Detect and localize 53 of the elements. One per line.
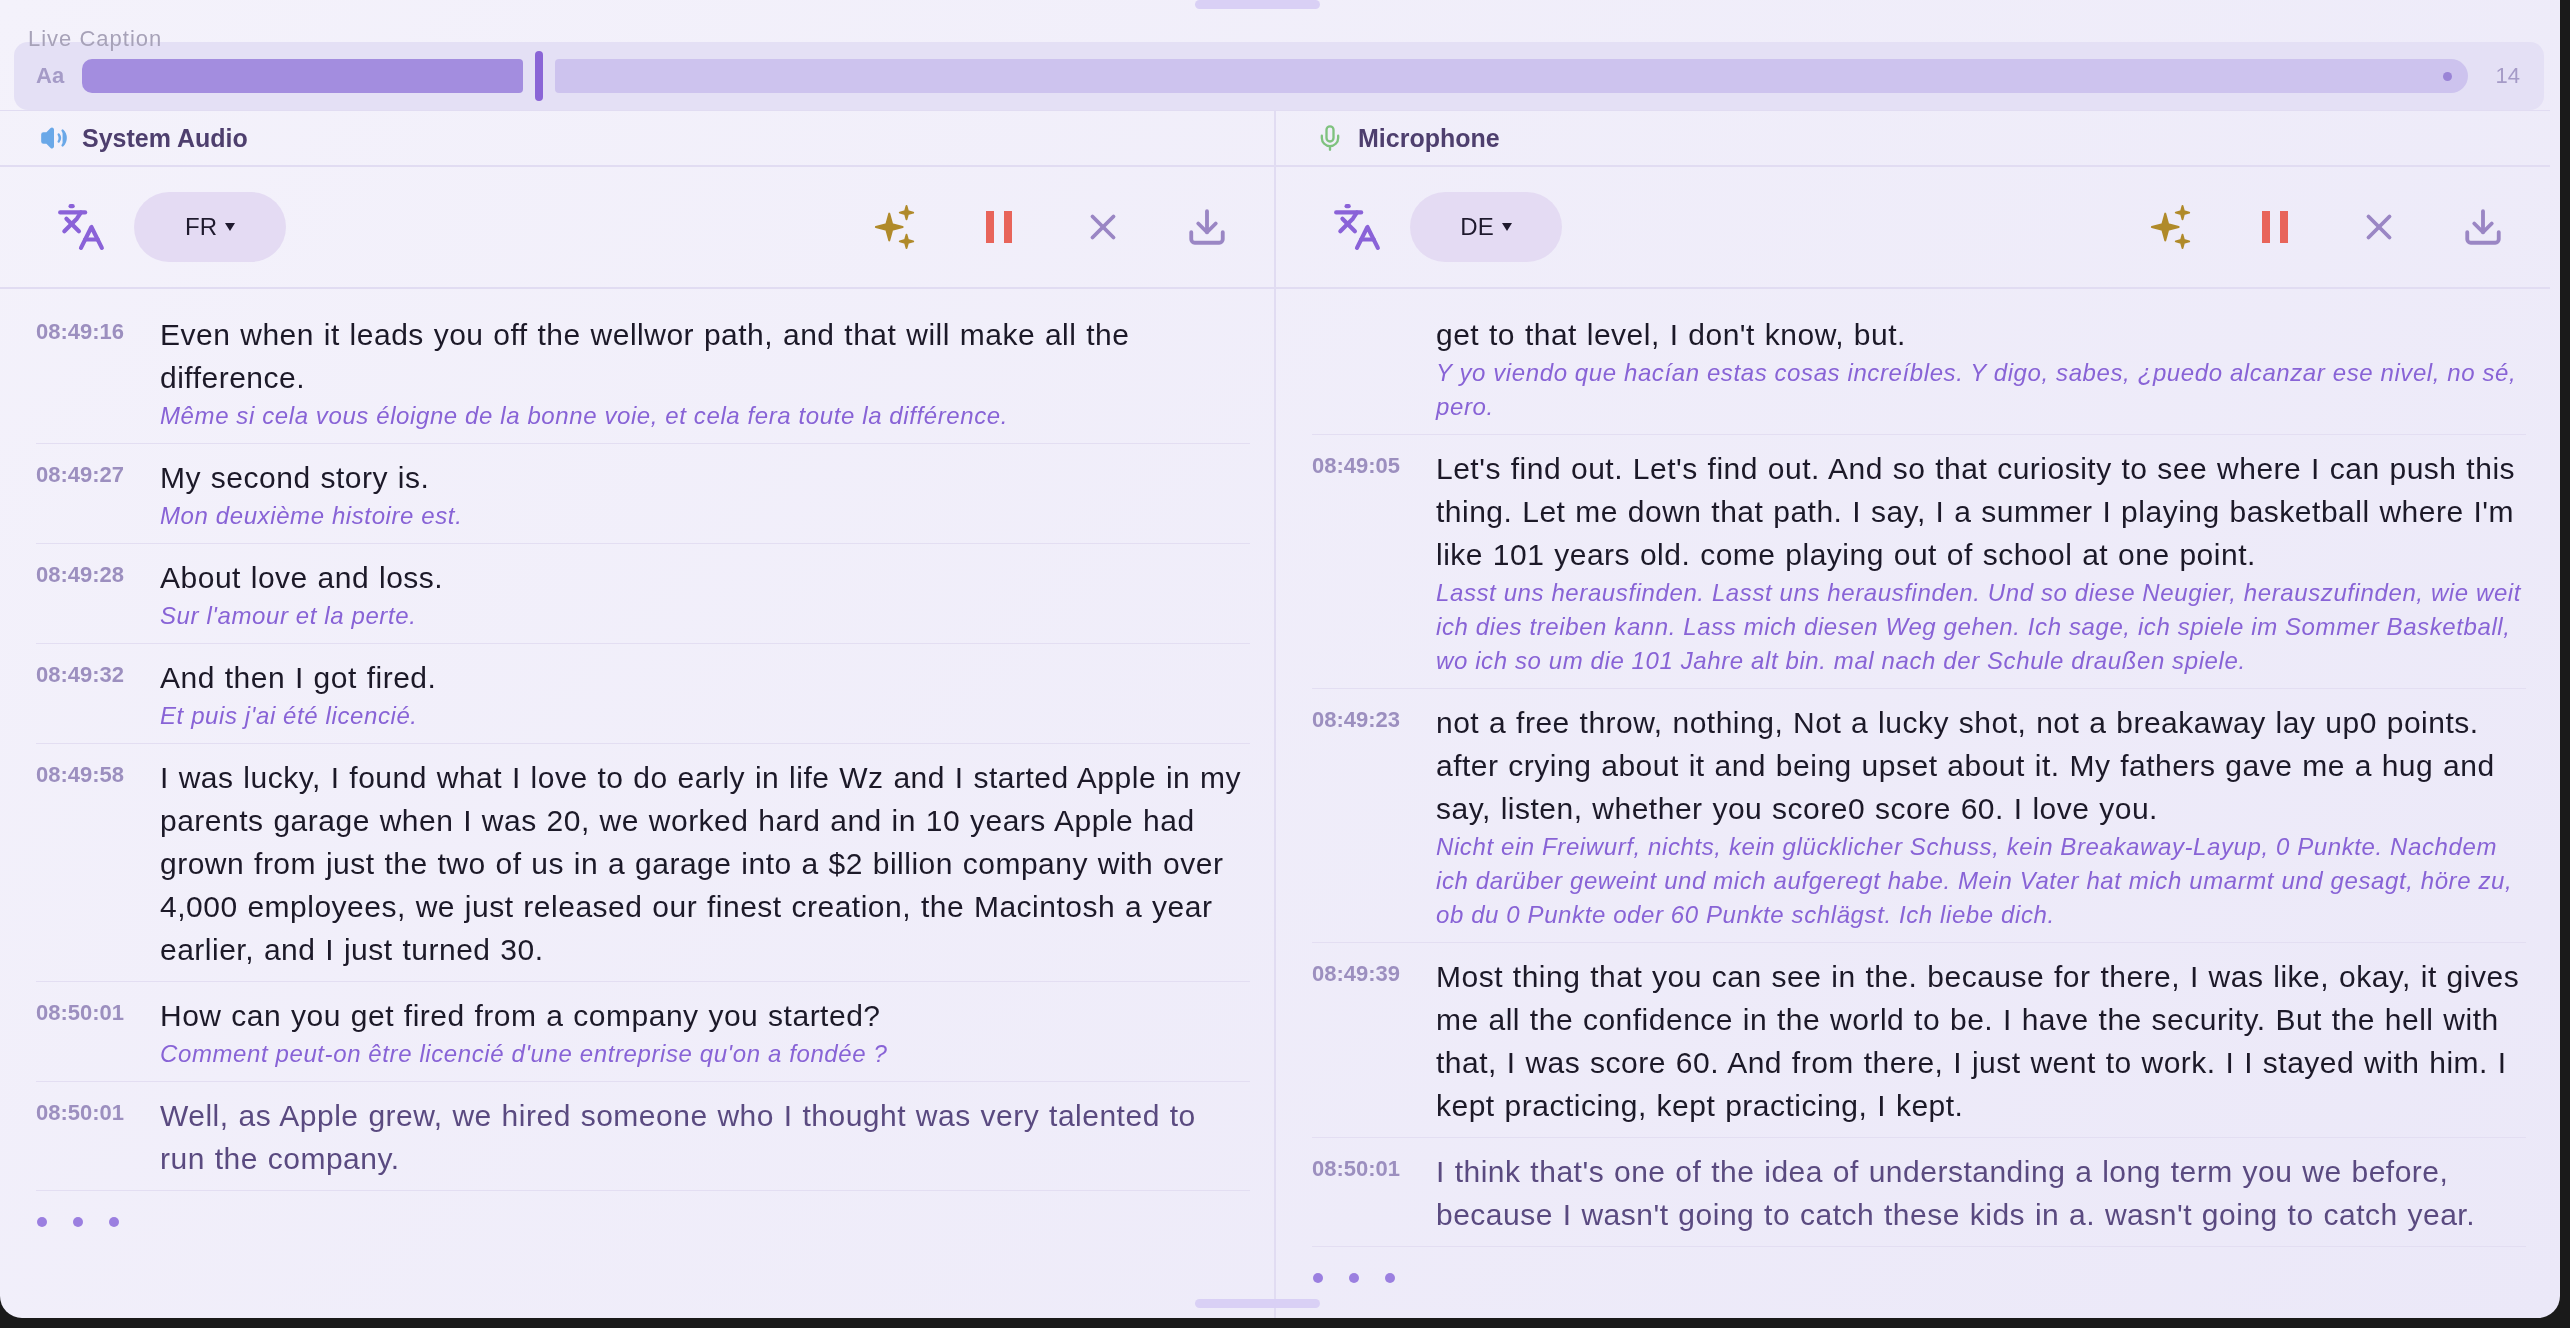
caption-text: not a free throw, nothing, Not a lucky shot, not a breakaway lay up0 points. after crying about it and being upset about it. My fathers gave me a hug and say, listen, whether you score0 score 60. I love you. xyxy=(1436,705,2496,827)
timestamp: 08:49:32 xyxy=(36,661,126,688)
timestamp: 08:50:01 xyxy=(36,999,126,1026)
font-size-reading: 14 xyxy=(2495,63,2520,89)
caption-text: Let's find out. Let's find out. And so that curiosity to see where I can push this thing. Let me down that path. I say, I a summer I playing basketball where I'm like 101 years old. come playing out of school at one point. xyxy=(1436,451,2517,573)
download-icon xyxy=(2462,206,2504,248)
drag-handle[interactable] xyxy=(1195,0,1320,9)
translation-text: Comment peut-on être licencié d'une entreprise qu'on a fondée ? xyxy=(160,1039,889,1069)
timestamp: 08:49:27 xyxy=(36,461,126,488)
font-size-label: Aa xyxy=(36,63,65,89)
translation-text: Sur l'amour et la perte. xyxy=(160,601,418,631)
language-dropdown[interactable]: FR xyxy=(134,192,286,262)
caption-text: I think that's one of the idea of understanding a long term you we before, because I wasn't going to catch these kids in a. wasn't going to catch year. xyxy=(1436,1154,2477,1233)
source-title: System Audio xyxy=(82,123,248,153)
drag-handle[interactable] xyxy=(1195,1299,1320,1308)
language-dropdown[interactable]: DE xyxy=(1410,192,1562,262)
translation-text: Y yo viendo que hacían estas cosas increíbles. Y digo, sabes, ¿puedo alcanzar ese nivel, no sé, pero. xyxy=(1436,358,2518,422)
translation-text: Lasst uns herausfinden. Lasst uns herausfinden. Und so diese Neugier, herauszufinden, wie weit ich dies treiben kann. Lass mich diesen Weg gehen. Ich sage, ich spiele im Sommer Basketball, wo ich so um die 101 Jahre alt bin. mal nach der Schule draußen spiele. xyxy=(1436,578,2523,676)
caret-icon xyxy=(1501,223,1512,231)
caption-text: Most thing that you can see in the. because for there, I was like, okay, it gives me all the confidence in the world to be. I have the security. But the hell with that, I was score 60. And from there, I just went to work. I I stayed with him. I kept practicing, kept practicing, I kept. xyxy=(1436,959,2521,1124)
pause-icon xyxy=(984,211,1014,243)
caption-text: About love and loss. xyxy=(160,560,445,596)
timestamp: 08:50:01 xyxy=(1312,1155,1402,1182)
caption-text: Even when it leads you off the wellwor path, and that will make all the difference. xyxy=(160,317,1131,396)
caption-text: I was lucky, I found what I love to do early in life Wz and I started Apple in my parents garage when I was 20, we worked hard and in 10 years Apple had grown from just the two of us in a garage into a $2 billion company with over 4,000 employees, we just released our finest creation, the Macintosh a year earlier, and I just turned 30. xyxy=(160,760,1243,968)
caption-text: get to that level, I don't know, but. xyxy=(1436,317,1907,353)
slider-thumb[interactable] xyxy=(535,51,544,101)
translate-icon[interactable] xyxy=(56,202,106,252)
window-title: Live Caption xyxy=(28,26,163,52)
slider-end-dot xyxy=(2442,72,2452,81)
caption-text: My second story is. xyxy=(160,460,431,496)
typing-dots-icon xyxy=(1312,1271,1396,1285)
timestamp: 08:49:16 xyxy=(36,318,126,345)
source-title: Microphone xyxy=(1358,123,1500,153)
caption-text: How can you get fired from a company you started? xyxy=(160,998,882,1034)
timestamp: 08:49:28 xyxy=(36,561,126,588)
translation-text: Mon deuxième histoire est. xyxy=(160,501,464,531)
timestamp: 08:49:58 xyxy=(36,761,126,788)
caption-text: And then I got fired. xyxy=(160,660,438,696)
timestamp: 08:49:39 xyxy=(1312,960,1402,987)
font-size-slider[interactable] xyxy=(82,51,2468,101)
translation-text: Nicht ein Freiwurf, nichts, kein glücklicher Schuss, kein Breakaway-Layup, 0 Punkte. Nachdem ich darüber geweint und mich aufgeregt habe. Mein Vater hat mich umarmt und gesagt, höre zu, ob du 0 Punkte oder 60 Punkte schlägst. Ich liebe dich. xyxy=(1436,832,2514,930)
typing-dots-icon xyxy=(36,1215,120,1229)
pause-icon xyxy=(2260,211,2290,243)
caret-icon xyxy=(225,223,235,231)
caption-text: Well, as Apple grew, we hired someone who I thought was very talented to run the company. xyxy=(160,1098,1197,1177)
timestamp: 08:49:05 xyxy=(1312,452,1402,479)
timestamp: 08:50:01 xyxy=(36,1099,126,1126)
translation-text: Même si cela vous éloigne de la bonne voie, et cela fera toute la différence. xyxy=(160,401,1010,431)
timestamp: 08:49:23 xyxy=(1312,706,1402,733)
translate-icon[interactable] xyxy=(1332,202,1382,252)
download-icon xyxy=(1186,206,1228,248)
translation-text: Et puis j'ai été licencié. xyxy=(160,701,419,731)
